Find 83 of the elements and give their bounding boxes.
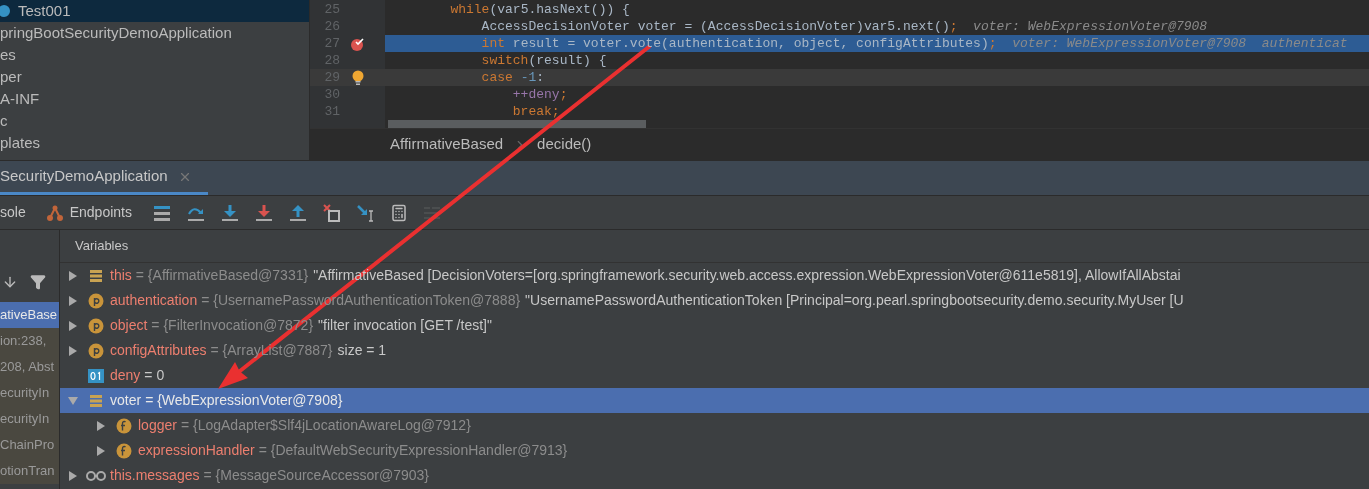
variable-value: "UsernamePasswordAuthenticationToken [Principal=org.pearl.springbootsecurity.demo.security.MyUser [U <box>525 291 1184 310</box>
variable-name: voter <box>110 391 142 410</box>
field-icon <box>116 442 132 459</box>
parameter-icon <box>88 317 104 334</box>
force-step-into-icon[interactable] <box>253 202 274 223</box>
code-line: switch(result) { <box>480 52 608 69</box>
tree-item-label: c <box>0 110 8 131</box>
tree-item[interactable]: plates <box>0 132 309 154</box>
arrow-down-icon[interactable] <box>2 274 18 290</box>
collapsed-arrow-icon[interactable] <box>96 420 106 431</box>
frame-item[interactable]: ion:238, <box>0 328 59 354</box>
tree-item-label: Test001 <box>18 0 71 21</box>
collapsed-arrow-icon[interactable] <box>68 345 78 356</box>
variable-type: = {AffirmativeBased@7331} <box>135 266 309 285</box>
collapsed-arrow-icon[interactable] <box>68 295 78 306</box>
collapsed-arrow-icon[interactable] <box>68 470 78 481</box>
variable-type: = {MessageSourceAccessor@7903} <box>203 466 429 485</box>
tree-item[interactable]: per <box>0 66 309 88</box>
code-line: break; <box>511 103 561 120</box>
filter-icon[interactable] <box>30 274 46 290</box>
variable-name: authentication <box>110 291 198 310</box>
step-into-icon[interactable] <box>219 202 240 223</box>
run-to-cursor-icon[interactable] <box>355 202 376 223</box>
code-line: while(var5.hasNext()) { <box>449 1 631 18</box>
parameter-icon <box>88 292 104 309</box>
collapsed-arrow-icon[interactable] <box>68 270 78 281</box>
frame-item[interactable]: ChainPro <box>0 432 59 458</box>
frame-item[interactable]: ativeBase <box>0 302 59 328</box>
parameter-icon <box>88 342 104 359</box>
object-icon <box>89 393 103 408</box>
tree-item-label: plates <box>0 132 41 153</box>
tree-item-label: A-INF <box>0 88 40 109</box>
variable-type: = {WebExpressionVoter@7908} <box>145 391 343 410</box>
variable-name: logger <box>138 416 177 435</box>
panel-title: Variables <box>75 237 129 256</box>
tree-item-label: es <box>0 44 16 65</box>
endpoints-tab[interactable]: Endpoints <box>45 202 132 223</box>
variable-name: configAttributes <box>110 341 207 360</box>
variable-value: size = 1 <box>337 341 387 360</box>
primitive-icon <box>88 368 104 383</box>
collapsed-arrow-icon[interactable] <box>68 320 78 331</box>
tree-item[interactable]: c <box>0 110 309 132</box>
drop-frame-icon[interactable] <box>321 202 342 223</box>
tree-item[interactable]: pringBootSecurityDemoApplication <box>0 22 309 44</box>
tree-item[interactable]: A-INF <box>0 88 309 110</box>
breadcrumb[interactable]: AffirmativeBased <box>390 133 504 156</box>
tree-item-label: pringBootSecurityDemoApplication <box>0 22 232 43</box>
frame-item[interactable]: ecurityIn <box>0 406 59 432</box>
variable-row[interactable]: this.messages = {MessageSourceAccessor@7903} <box>60 463 1369 488</box>
console-tab[interactable]: sole <box>0 202 26 223</box>
variable-name: expressionHandler <box>138 441 255 460</box>
variable-row[interactable]: voter = {WebExpressionVoter@7908} <box>60 388 1369 413</box>
breakpoint-icon[interactable] <box>349 35 366 52</box>
tree-item[interactable]: Test001 <box>0 0 309 22</box>
scrollbar[interactable] <box>388 120 646 128</box>
frame-item[interactable]: ecurityIn <box>0 380 59 406</box>
variable-value: = 0 <box>144 366 165 385</box>
code-line: AccessDecisionVoter voter = (AccessDecisionVoter)var5.next(); voter: WebExpressionVoter@7908 <box>480 18 1209 35</box>
frame-item[interactable]: 208, Abst <box>0 354 59 380</box>
lightbulb-icon[interactable] <box>350 69 365 86</box>
variable-row[interactable]: expressionHandler = {DefaultWebSecurityExpressionHandler@7913} <box>60 438 1369 463</box>
variable-name: this <box>110 266 132 285</box>
nodes-icon <box>45 203 64 222</box>
tree-item[interactable]: es <box>0 44 309 66</box>
tree-item-label: per <box>0 66 22 87</box>
field-icon <box>116 417 132 434</box>
variable-name: object <box>110 316 148 335</box>
step-out-icon[interactable] <box>287 202 308 223</box>
breadcrumb[interactable]: decide() <box>537 133 592 156</box>
module-icon <box>0 4 12 18</box>
object-icon <box>89 268 103 283</box>
glasses-icon <box>86 469 106 482</box>
variable-row[interactable]: logger = {LogAdapter$Slf4jLocationAwareLog@7912} <box>60 413 1369 438</box>
variable-value: "filter invocation [GET /test]" <box>318 316 492 335</box>
variable-name: deny <box>110 366 141 385</box>
variable-type: = {LogAdapter$Slf4jLocationAwareLog@7912} <box>180 416 471 435</box>
calculator-icon[interactable] <box>389 203 408 222</box>
collapsed-arrow-icon[interactable] <box>96 445 106 456</box>
variable-row[interactable]: deny = 0 <box>60 363 1369 388</box>
frame-item[interactable]: otionTran <box>0 458 59 484</box>
code-line: ++deny; <box>511 86 569 103</box>
variable-type: = {DefaultWebSecurityExpressionHandler@7913} <box>258 441 568 460</box>
variable-name: this.messages <box>110 466 200 485</box>
